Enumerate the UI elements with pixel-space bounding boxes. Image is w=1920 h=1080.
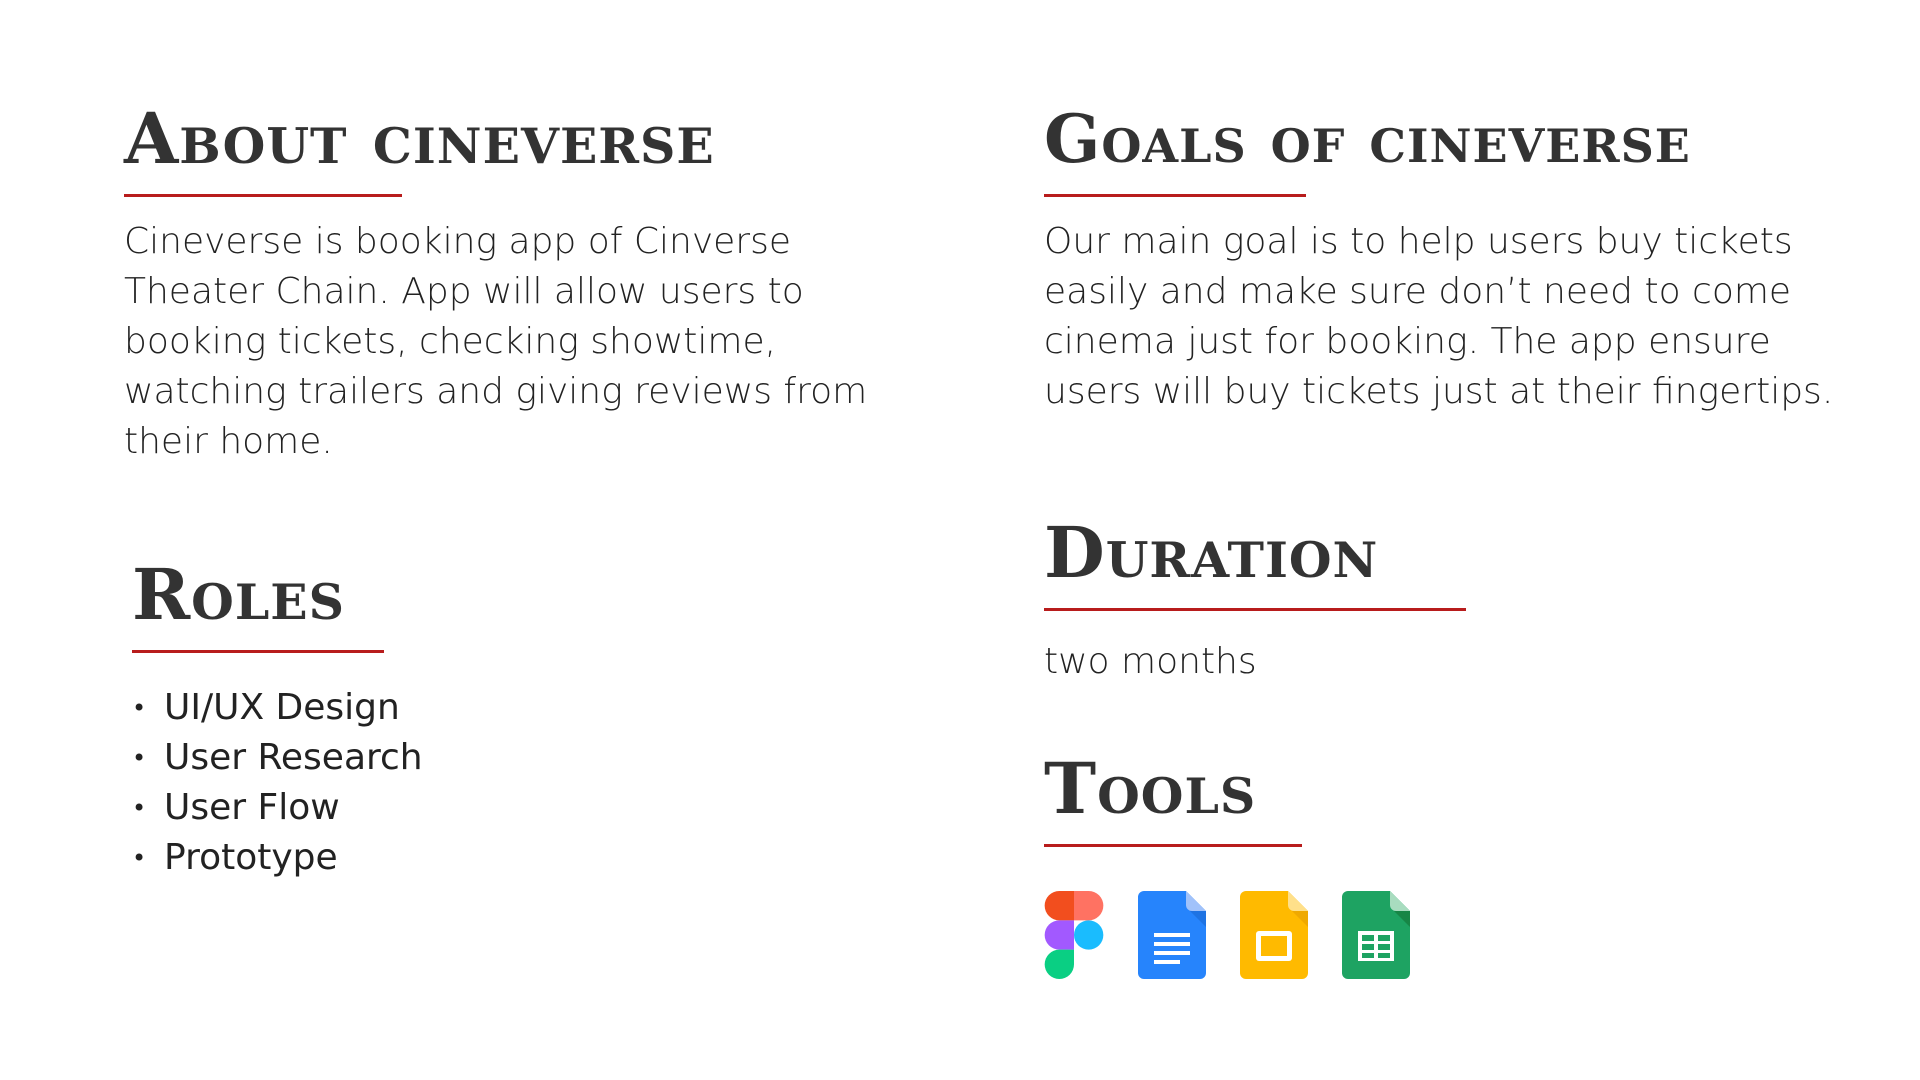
google-slides-icon (1240, 891, 1308, 979)
google-sheets-icon (1342, 891, 1410, 979)
goals-underline (1044, 194, 1306, 197)
tools-icons (1044, 891, 1644, 979)
goals-section: Goals of cineverse Our main goal is to h… (1044, 100, 1904, 417)
duration-section: Duration two months (1044, 514, 1644, 687)
about-underline (124, 194, 402, 197)
roles-item: User Research (132, 733, 732, 783)
roles-item: User Flow (132, 783, 732, 833)
goals-heading: Goals of cineverse (1044, 100, 1691, 178)
roles-item: Prototype (132, 833, 732, 883)
duration-heading: Duration (1044, 511, 1379, 594)
about-heading: About cineverse (124, 97, 715, 180)
goals-text: Our main goal is to help users buy ticke… (1044, 221, 1834, 412)
google-docs-icon (1138, 891, 1206, 979)
roles-underline (132, 650, 384, 653)
roles-section: Roles UI/UX Design User Research User Fl… (132, 556, 732, 883)
about-text: Cineverse is booking app of Cinverse The… (124, 221, 868, 462)
figma-icon (1044, 891, 1104, 979)
duration-value: two months (1044, 641, 1257, 682)
duration-underline (1044, 608, 1466, 611)
about-section: About cineverse Cineverse is booking app… (124, 100, 904, 467)
roles-heading: Roles (132, 553, 346, 636)
roles-list: UI/UX Design User Research User Flow Pro… (132, 683, 732, 883)
tools-heading: Tools (1044, 747, 1257, 830)
roles-item: UI/UX Design (132, 683, 732, 733)
tools-underline (1044, 844, 1302, 847)
tools-section: Tools (1044, 750, 1644, 979)
